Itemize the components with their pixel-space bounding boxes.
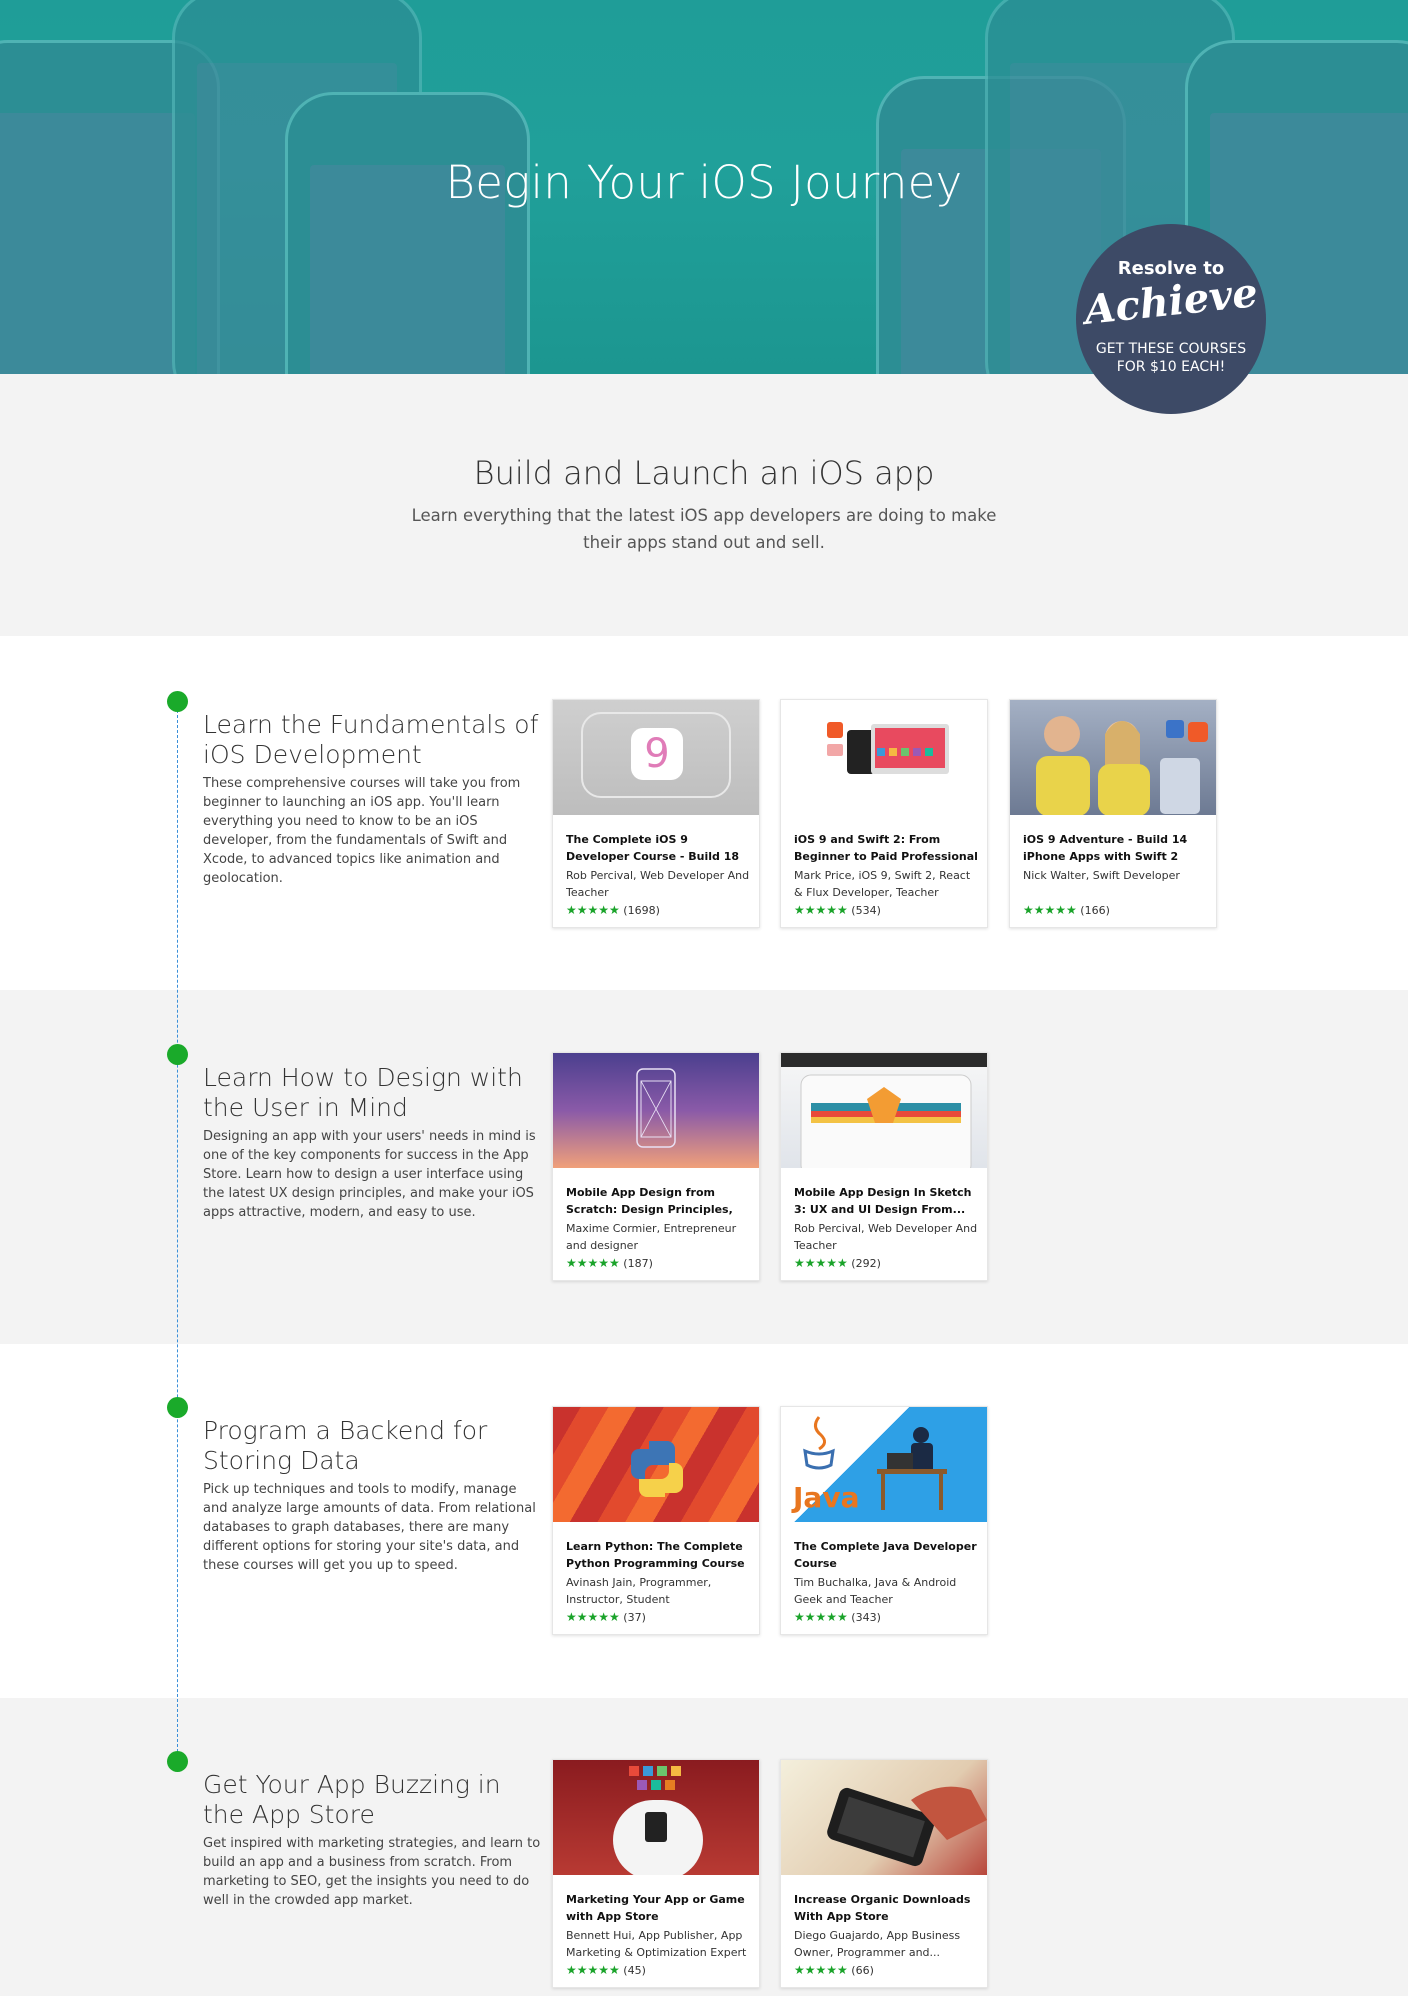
course-card[interactable]: Increase Organic Downloads With App Stor…: [780, 1759, 988, 1988]
star-rating-icon: ★★★★★: [794, 1610, 848, 1624]
course-rating: ★★★★★ (187): [566, 1256, 653, 1270]
course-thumbnail: [781, 1760, 987, 1875]
course-thumbnail: Java: [781, 1407, 987, 1522]
course-thumbnail: [781, 1053, 987, 1168]
section-title: Get Your App Buzzing in the App Store: [203, 1770, 501, 1829]
section-description: Pick up techniques and tools to modify, …: [203, 1482, 536, 1573]
rating-count: (292): [851, 1257, 881, 1270]
star-rating-icon: ★★★★★: [566, 903, 620, 917]
phone-in-hand-icon: [827, 1786, 987, 1867]
promo-line-3: GET THESE COURSES FOR $10 EACH!: [1095, 341, 1247, 375]
course-thumbnail: 9: [553, 700, 759, 815]
timeline-line: [177, 700, 178, 1762]
phone-illustration: [285, 92, 530, 374]
hero-title: Begin Your iOS Journey: [445, 156, 963, 209]
python-logo-icon: [631, 1441, 683, 1497]
star-rating-icon: ★★★★★: [794, 903, 848, 917]
course-author: Bennett Hui, App Publisher, App Marketin…: [566, 1929, 747, 1959]
course-author: Mark Price, iOS 9, Swift 2, React & Flux…: [794, 869, 971, 899]
course-rating: ★★★★★ (1698): [566, 903, 660, 917]
course-card[interactable]: Learn Python: The Complete Python Progra…: [552, 1406, 760, 1635]
course-title: Mobile App Design In Sketch 3: UX and UI…: [794, 1186, 972, 1216]
timeline-dot: [167, 691, 188, 712]
star-rating-icon: ★★★★★: [566, 1963, 620, 1977]
rating-count: (1698): [623, 904, 660, 917]
course-author: Rob Percival, Web Developer And Teacher: [566, 869, 750, 899]
java-label: Java: [791, 1481, 859, 1514]
course-card[interactable]: iOS 9 Adventure - Build 14 iPhone Apps w…: [1009, 699, 1217, 928]
rating-count: (534): [851, 904, 881, 917]
course-title: iOS 9 and Swift 2: From Beginner to Paid…: [794, 833, 978, 863]
star-rating-icon: ★★★★★: [794, 1963, 848, 1977]
intro-section: Build and Launch an iOS app Learn everyt…: [0, 374, 1408, 636]
course-thumbnail: [553, 1053, 759, 1168]
course-card[interactable]: Marketing Your App or Game with App Stor…: [552, 1759, 760, 1988]
course-title: The Complete Java Developer Course: [794, 1540, 977, 1570]
section-title: Learn the Fundamentals of iOS Developmen…: [203, 710, 539, 769]
rating-count: (187): [623, 1257, 653, 1270]
course-card[interactable]: iOS 9 and Swift 2: From Beginner to Paid…: [780, 699, 988, 928]
course-rating: ★★★★★ (66): [794, 1963, 874, 1977]
course-rating: ★★★★★ (45): [566, 1963, 646, 1977]
course-rating: ★★★★★ (37): [566, 1610, 646, 1624]
star-rating-icon: ★★★★★: [566, 1256, 620, 1270]
course-thumbnail: [553, 1407, 759, 1522]
course-title: The Complete iOS 9 Developer Course - Bu…: [566, 833, 740, 863]
rating-count: (343): [851, 1611, 881, 1624]
course-author: Tim Buchalka, Java & Android Geek and Te…: [794, 1576, 957, 1606]
course-title: Mobile App Design from Scratch: Design P…: [566, 1186, 733, 1216]
instructors-photo-icon: [1036, 716, 1208, 815]
course-author: Nick Walter, Swift Developer: [1023, 869, 1180, 882]
star-rating-icon: ★★★★★: [566, 1610, 620, 1624]
section-title: Program a Backend for Storing Data: [203, 1416, 488, 1475]
timeline-dot: [167, 1397, 188, 1418]
course-card[interactable]: Mobile App Design from Scratch: Design P…: [552, 1052, 760, 1281]
course-rating: ★★★★★ (292): [794, 1256, 881, 1270]
marketing-photo-icon: [613, 1766, 703, 1875]
course-card[interactable]: Java The Complete Java Developer Course …: [780, 1406, 988, 1635]
section-description: These comprehensive courses will take yo…: [203, 776, 521, 886]
course-rating: ★★★★★ (166): [1023, 903, 1110, 917]
course-card[interactable]: 9 The Complete iOS 9 Developer Course - …: [552, 699, 760, 928]
intro-subtitle: Learn everything that the latest iOS app…: [411, 506, 997, 552]
course-author: Diego Guajardo, App Business Owner, Prog…: [794, 1929, 961, 1959]
rating-count: (37): [623, 1611, 646, 1624]
timeline-dot: [167, 1044, 188, 1065]
course-author: Rob Percival, Web Developer And Teacher: [794, 1222, 978, 1252]
course-title: Increase Organic Downloads With App Stor…: [794, 1893, 971, 1923]
course-author: Maxime Cormier, Entrepreneur and designe…: [566, 1222, 737, 1252]
course-rating: ★★★★★ (343): [794, 1610, 881, 1624]
course-title: Learn Python: The Complete Python Progra…: [566, 1540, 745, 1570]
rating-count: (66): [851, 1964, 874, 1977]
timeline-dot: [167, 1751, 188, 1772]
course-title: Marketing Your App or Game with App Stor…: [566, 1893, 745, 1923]
promo-badge[interactable]: Resolve to Achieve GET THESE COURSES FOR…: [1076, 224, 1266, 414]
course-thumbnail: [781, 700, 987, 815]
section-description: Get inspired with marketing strategies, …: [203, 1836, 541, 1908]
rating-count: (166): [1080, 904, 1110, 917]
star-rating-icon: ★★★★★: [794, 1256, 848, 1270]
course-thumbnail: [1010, 700, 1216, 815]
java-logo-icon: Java: [791, 1416, 947, 1514]
section-description: Designing an app with your users' needs …: [203, 1129, 536, 1220]
star-rating-icon: ★★★★★: [1023, 903, 1077, 917]
rating-count: (45): [623, 1964, 646, 1977]
devices-illustration-icon: [827, 722, 949, 774]
section-title: Learn How to Design with the User in Min…: [203, 1063, 523, 1122]
phone-wireframe-icon: [636, 1068, 676, 1148]
course-thumbnail: [553, 1760, 759, 1875]
course-title: iOS 9 Adventure - Build 14 iPhone Apps w…: [1023, 833, 1188, 863]
course-card[interactable]: Mobile App Design In Sketch 3: UX and UI…: [780, 1052, 988, 1281]
sketch-app-icon: [781, 1053, 987, 1168]
course-author: Avinash Jain, Programmer, Instructor, St…: [566, 1576, 712, 1606]
course-rating: ★★★★★ (534): [794, 903, 881, 917]
intro-title: Build and Launch an iOS app: [473, 454, 935, 492]
ios9-icon: 9: [631, 728, 683, 780]
